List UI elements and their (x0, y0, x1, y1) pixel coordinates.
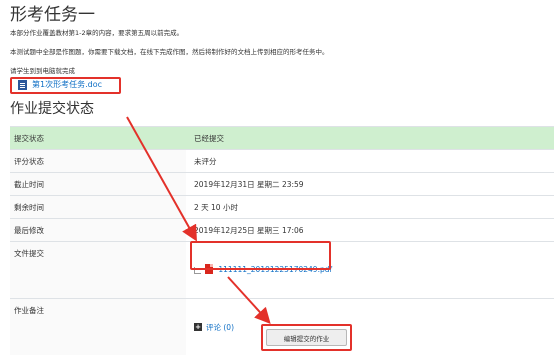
submission-status-value: 已经提交 (186, 127, 554, 150)
grading-status-value: 未评分 (186, 150, 554, 173)
due-date-value: 2019年12月31日 星期二 23:59 (186, 173, 554, 196)
comments-cell: + 评论 (0) (186, 299, 554, 355)
submission-status-table: 提交状态 已经提交 评分状态 未评分 截止时间 2019年12月31日 星期二 … (10, 126, 554, 355)
intro-text: 本部分作业覆盖教材第1-2章的内容，要求第五周以前完成。 (10, 27, 183, 37)
row-label: 文件提交 (10, 242, 186, 299)
pdf-icon (205, 264, 213, 274)
last-modified-value: 2019年12月25日 星期三 17:06 (186, 219, 554, 242)
submitted-pdf-link[interactable]: 111111_20191225170249.pdf (205, 264, 332, 274)
table-row: 截止时间 2019年12月31日 星期二 23:59 (10, 173, 554, 196)
submission-section-title: 作业提交状态 (10, 98, 94, 118)
intro-text: 请学生到到电脑就完成 (10, 65, 75, 75)
table-row: 文件提交 111111_20191225170249.pdf (10, 242, 554, 299)
table-row: 提交状态 已经提交 (10, 127, 554, 150)
row-label: 提交状态 (10, 127, 186, 150)
page-title: 形考任务一 (10, 0, 95, 25)
row-label: 截止时间 (10, 173, 186, 196)
word-doc-icon (18, 80, 27, 90)
table-row: 作业备注 + 评论 (0) (10, 299, 554, 355)
tree-connector (194, 267, 201, 274)
row-label: 作业备注 (10, 299, 186, 355)
attachment-doc-link[interactable]: 第1次形考任务.doc (18, 79, 102, 90)
row-label: 最后修改 (10, 219, 186, 242)
comments-label: 评论 (0) (206, 322, 234, 333)
edit-submission-button[interactable]: 编辑提交的作业 (266, 329, 347, 346)
file-submission-cell: 111111_20191225170249.pdf (186, 242, 554, 299)
plus-icon: + (194, 323, 202, 331)
table-row: 剩余时间 2 天 10 小时 (10, 196, 554, 219)
intro-text: 本测试题中全部是作图题，你需要下载文档，在线下完成作图，然后将制作好的文档上传到… (10, 46, 329, 56)
row-label: 剩余时间 (10, 196, 186, 219)
submitted-filename: 111111_20191225170249.pdf (218, 265, 332, 274)
attachment-filename: 第1次形考任务.doc (32, 79, 102, 90)
table-row: 评分状态 未评分 (10, 150, 554, 173)
row-label: 评分状态 (10, 150, 186, 173)
time-remaining-value: 2 天 10 小时 (186, 196, 554, 219)
table-row: 最后修改 2019年12月25日 星期三 17:06 (10, 219, 554, 242)
comments-link[interactable]: + 评论 (0) (194, 322, 234, 333)
